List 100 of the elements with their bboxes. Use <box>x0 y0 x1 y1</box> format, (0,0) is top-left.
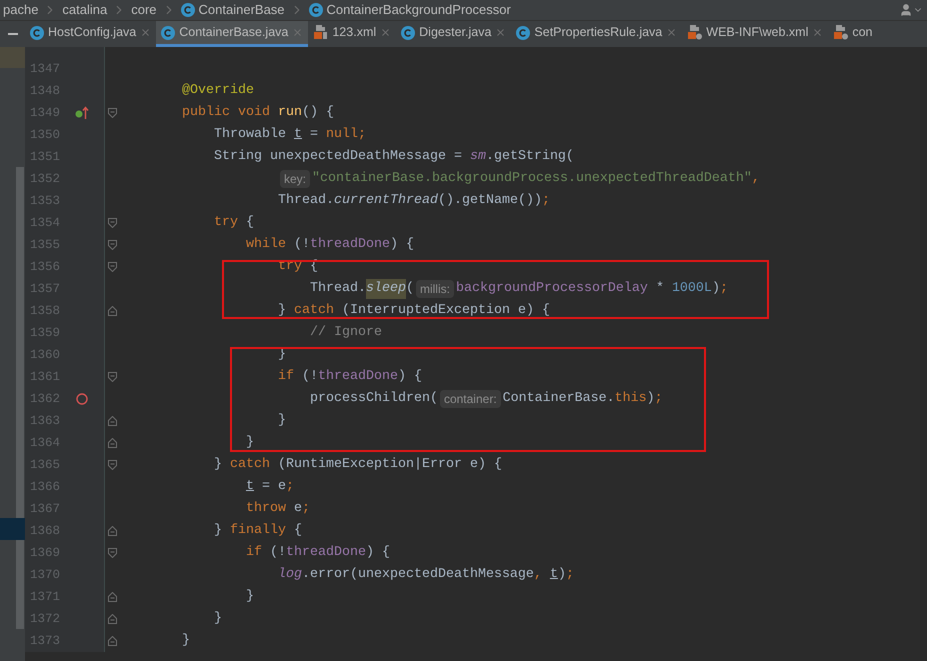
xml-file-icon <box>833 25 848 40</box>
code-token: .error(unexpectedDeathMessage <box>302 566 534 584</box>
parameter-hint: container: <box>440 390 501 408</box>
class-file-icon <box>401 26 416 40</box>
code-token: // Ignore <box>310 324 382 342</box>
tab-label: HostConfig.java <box>48 24 136 42</box>
code-token: (! <box>302 368 318 386</box>
code-token: t <box>550 566 558 584</box>
code-token: ().getName()) <box>438 192 542 210</box>
editor-tab[interactable]: HostConfig.java <box>25 21 156 47</box>
code-token: () { <box>302 104 334 122</box>
code-token: = <box>310 126 319 144</box>
code-token: { <box>246 214 254 232</box>
breadcrumb-item[interactable]: pache <box>0 0 42 20</box>
code-token: * <box>656 280 665 298</box>
editor-tab[interactable]: 123.xml <box>308 21 396 47</box>
code-token: threadDone <box>286 544 366 562</box>
code-token: } <box>214 610 222 628</box>
breadcrumb-item[interactable]: core <box>128 0 160 20</box>
fold-marker-icon[interactable] <box>108 372 116 382</box>
code-token: , <box>534 566 543 584</box>
code-token: catch <box>294 302 335 320</box>
tab-label: WEB-INF\web.xml <box>706 24 808 42</box>
code-token: run <box>278 104 302 122</box>
editor-tab[interactable]: WEB-INF\web.xml <box>682 21 828 47</box>
editor-tab[interactable]: ContainerBase.java <box>156 21 308 47</box>
code-token: Throwable <box>214 126 287 144</box>
editor-tab[interactable]: Digester.java <box>396 21 512 47</box>
code-token: ) <box>558 566 566 584</box>
code-token: } <box>278 302 287 320</box>
code-token: 1000L <box>672 280 712 298</box>
code-token: backgroundProcessorDelay <box>456 280 648 298</box>
code-token: Thread. <box>278 192 334 210</box>
code-token: Thread. <box>310 280 366 298</box>
code-token: (! <box>294 236 310 254</box>
code-token: ) <box>712 280 720 298</box>
breadcrumb-item[interactable]: ContainerBackgroundProcessor <box>306 0 514 20</box>
close-icon[interactable] <box>380 27 392 38</box>
breakpoint-icon[interactable] <box>76 393 88 405</box>
code-token: } <box>246 434 254 452</box>
fold-marker-icon[interactable] <box>108 218 116 228</box>
tab-label: Digester.java <box>419 24 492 42</box>
parameter-hint: key: <box>280 170 310 188</box>
parameter-hint: millis: <box>416 280 454 298</box>
close-icon[interactable] <box>292 27 304 38</box>
code-token: String unexpectedDeathMessage = <box>214 148 463 166</box>
code-token: "containerBase.backgroundProcess.unexpectedThreadDeath" <box>312 170 752 188</box>
class-file-icon <box>30 26 44 40</box>
xml-file-icon <box>313 25 328 40</box>
breadcrumb-item[interactable]: catalina <box>59 0 110 20</box>
code-token: if <box>246 544 263 562</box>
code-token: public void <box>182 104 271 122</box>
code-token: ) { <box>366 544 390 562</box>
editor-tab[interactable]: con <box>828 21 878 47</box>
fold-marker-icon[interactable] <box>108 592 116 602</box>
code-token: t <box>294 126 302 144</box>
code-token: while <box>246 236 287 254</box>
fold-marker-icon[interactable] <box>108 240 116 250</box>
code-token: processChildren( <box>310 390 438 408</box>
code-token: ) <box>646 390 655 408</box>
fold-marker-icon[interactable] <box>108 526 116 536</box>
code-token: (RuntimeException|Error e) { <box>278 456 502 474</box>
close-icon[interactable] <box>140 27 152 38</box>
editor-tab[interactable]: SetPropertiesRule.java <box>511 21 682 47</box>
code-token: currentThread <box>334 192 438 210</box>
code-token: ; <box>566 566 574 584</box>
fold-marker-icon[interactable] <box>108 548 116 558</box>
fold-marker-icon[interactable] <box>108 438 116 448</box>
code-token: try <box>214 214 239 232</box>
close-icon[interactable] <box>495 27 506 38</box>
fold-marker-icon[interactable] <box>108 108 116 118</box>
code-token: threadDone <box>318 368 398 386</box>
user-icon[interactable] <box>899 3 913 17</box>
fold-marker-icon[interactable] <box>108 416 116 426</box>
close-icon[interactable] <box>666 27 678 38</box>
fold-marker-icon[interactable] <box>108 262 116 272</box>
fold-marker-icon[interactable] <box>108 636 116 646</box>
code-token: this <box>614 390 647 408</box>
code-token: throw <box>246 500 287 518</box>
code-token: = e <box>262 478 286 496</box>
code-token: ; <box>302 500 310 518</box>
tab-label: 123.xml <box>332 24 376 42</box>
code-token: t <box>246 478 254 496</box>
breadcrumb-item[interactable]: ContainerBase <box>178 0 288 20</box>
fold-marker-icon[interactable] <box>108 460 116 470</box>
code-token: ; <box>286 478 294 496</box>
tab-label: ContainerBase.java <box>179 24 288 42</box>
close-icon[interactable] <box>812 27 824 38</box>
code-token: , <box>752 170 760 188</box>
code-token: } <box>246 588 254 606</box>
code-token: (InterruptedException e) { <box>342 302 550 320</box>
code-token: } <box>278 412 286 430</box>
class-file-icon <box>180 3 195 17</box>
scrollbar[interactable] <box>16 167 24 629</box>
fold-marker-icon[interactable] <box>108 306 116 316</box>
fold-marker-icon[interactable] <box>108 614 116 624</box>
code-token: ; <box>542 192 550 210</box>
selected-row <box>0 518 25 540</box>
tab-label: SetPropertiesRule.java <box>534 24 662 42</box>
xml-file-icon <box>687 25 702 40</box>
